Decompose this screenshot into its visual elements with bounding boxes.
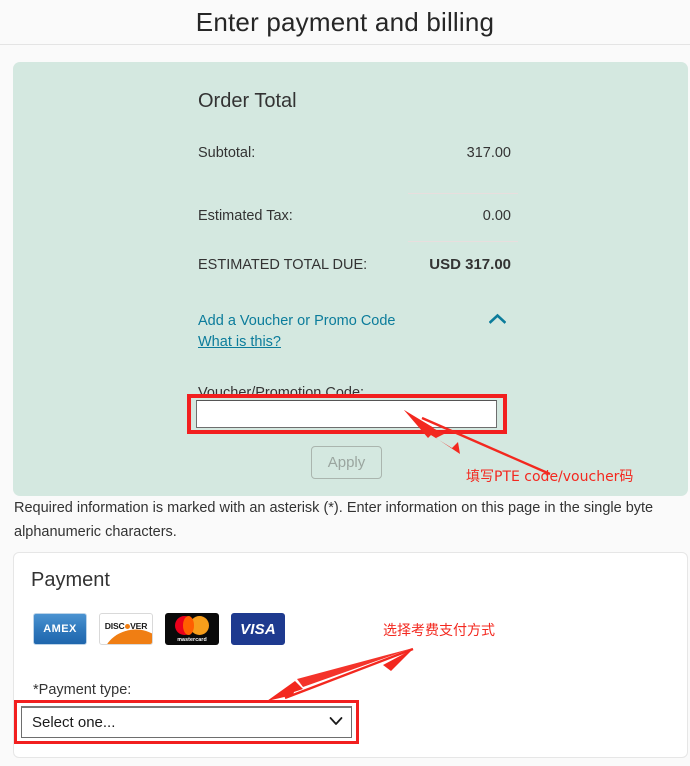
voucher-code-input[interactable] xyxy=(196,400,497,428)
amex-card-logo: AMEX xyxy=(33,613,87,645)
mastercard-circles xyxy=(175,615,209,635)
amex-card-label: AMEX xyxy=(43,623,77,635)
annotation-text-payment-type: 选择考费支付方式 xyxy=(383,623,495,639)
estimated-total-due-value: USD 317.00 xyxy=(408,241,518,273)
chevron-up-icon[interactable] xyxy=(489,313,506,325)
add-voucher-link[interactable]: Add a Voucher or Promo Code xyxy=(198,311,518,332)
required-information-note: Required information is marked with an a… xyxy=(14,500,654,540)
order-row-tax: Estimated Tax: 0.00 xyxy=(198,193,518,241)
mastercard-card-label: mastercard xyxy=(177,636,207,643)
subtotal-label: Subtotal: xyxy=(198,145,256,161)
subtotal-value: 317.00 xyxy=(466,145,511,161)
page-title: Enter payment and billing xyxy=(195,6,495,37)
order-row-total-due: ESTIMATED TOTAL DUE: USD 317.00 xyxy=(198,241,518,289)
annotation-text-voucher: 填写PTE code/voucher码 xyxy=(466,469,634,485)
order-row-subtotal: Subtotal: 317.00 xyxy=(198,145,518,193)
visa-card-logo: VISA xyxy=(231,613,285,645)
mastercard-card-logo: mastercard xyxy=(165,613,219,645)
apply-voucher-button[interactable]: Apply xyxy=(311,446,382,479)
order-total-inner: Order Total Subtotal: 317.00 Estimated T… xyxy=(198,90,518,401)
estimated-tax-value: 0.00 xyxy=(408,193,518,224)
estimated-tax-label: Estimated Tax: xyxy=(198,208,293,224)
visa-card-label: VISA xyxy=(240,620,276,638)
payment-type-label: *Payment type: xyxy=(33,682,132,698)
discover-card-logo: DISC VER xyxy=(99,613,153,645)
order-total-heading: Order Total xyxy=(198,90,297,112)
payment-billing-page: Enter payment and billing Order Total Su… xyxy=(0,0,690,766)
discover-card-label: DISC VER xyxy=(104,621,148,631)
payment-heading: Payment xyxy=(31,569,110,591)
accepted-card-logos: AMEX DISC VER mastercard VISA xyxy=(33,613,285,645)
voucher-toggle-section[interactable]: Add a Voucher or Promo Code What is this… xyxy=(198,311,518,353)
page-header: Enter payment and billing xyxy=(0,0,690,45)
estimated-total-due-label: ESTIMATED TOTAL DUE: xyxy=(198,257,368,273)
payment-type-select[interactable]: Select one... xyxy=(21,706,352,738)
what-is-this-link[interactable]: What is this? xyxy=(198,332,518,353)
